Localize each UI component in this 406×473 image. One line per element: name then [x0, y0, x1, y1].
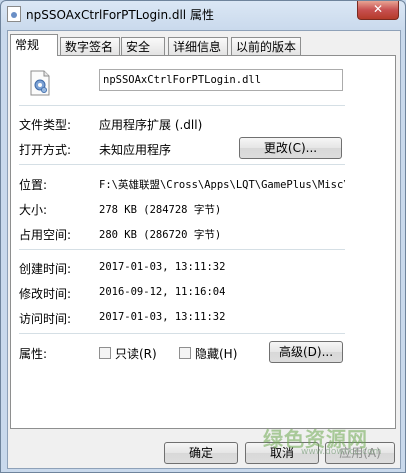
attributes-label: 属性:: [19, 347, 48, 361]
open-with-label: 打开方式:: [19, 143, 72, 157]
window-title: npSSOAxCtrlForPTLogin.dll 属性: [26, 8, 214, 22]
dialog-body: 常规 数字签名 安全 详细信息 以前的版本 npSSOAxCtrlForPTLo…: [7, 30, 401, 469]
general-panel: npSSOAxCtrlForPTLogin.dll www.downcc.com…: [10, 55, 396, 429]
tab-security[interactable]: 安全: [121, 37, 165, 55]
change-button[interactable]: 更改(C)...: [239, 137, 342, 159]
open-with-value: 未知应用程序: [99, 143, 172, 157]
close-button[interactable]: ✕: [357, 1, 399, 20]
disk-size-value: 280 KB (286720 字节): [99, 229, 222, 241]
watermark-url: www.downcc.com: [301, 447, 382, 457]
accessed-value: 2017-01-03, 13:11:32: [99, 311, 226, 323]
location-label: 位置:: [19, 178, 48, 192]
readonly-checkbox[interactable]: [99, 347, 111, 359]
created-value: 2017-01-03, 13:11:32: [99, 261, 226, 273]
file-type-label: 文件类型:: [19, 118, 72, 132]
tab-digital-signatures[interactable]: 数字签名: [60, 37, 120, 55]
tab-details[interactable]: 详细信息: [168, 37, 228, 55]
filename-field[interactable]: npSSOAxCtrlForPTLogin.dll www.downcc.com: [99, 69, 343, 91]
hidden-checkbox[interactable]: [179, 347, 191, 359]
size-label: 大小:: [19, 203, 48, 217]
size-value: 278 KB (284728 字节): [99, 204, 222, 216]
close-icon: ✕: [372, 2, 384, 16]
file-icon: [7, 6, 21, 22]
properties-window: npSSOAxCtrlForPTLogin.dll 属性 ✕ 常规 数字签名 安…: [0, 0, 406, 473]
dll-file-icon: [30, 70, 50, 96]
location-value: F:\英雄联盟\Cross\Apps\LQT\GamePlus\Misc\: [99, 179, 345, 191]
tab-general[interactable]: 常规: [10, 34, 58, 56]
hidden-label[interactable]: 隐藏(H): [195, 345, 237, 362]
disk-size-label: 占用空间:: [19, 228, 72, 242]
tab-previous-versions[interactable]: 以前的版本: [231, 37, 301, 55]
separator: [19, 105, 345, 106]
separator: [19, 333, 345, 334]
advanced-button[interactable]: 高级(D)...: [269, 341, 343, 363]
file-type-value: 应用程序扩展 (.dll): [99, 118, 203, 132]
ok-button[interactable]: 确定: [164, 442, 238, 464]
separator: [19, 164, 345, 165]
modified-value: 2016-09-12, 11:16:04: [99, 286, 226, 298]
separator: [19, 249, 345, 250]
created-label: 创建时间:: [19, 262, 72, 276]
readonly-label[interactable]: 只读(R): [115, 345, 157, 362]
accessed-label: 访问时间:: [19, 312, 72, 326]
modified-label: 修改时间:: [19, 287, 72, 301]
title-bar[interactable]: npSSOAxCtrlForPTLogin.dll 属性 ✕: [1, 1, 405, 27]
